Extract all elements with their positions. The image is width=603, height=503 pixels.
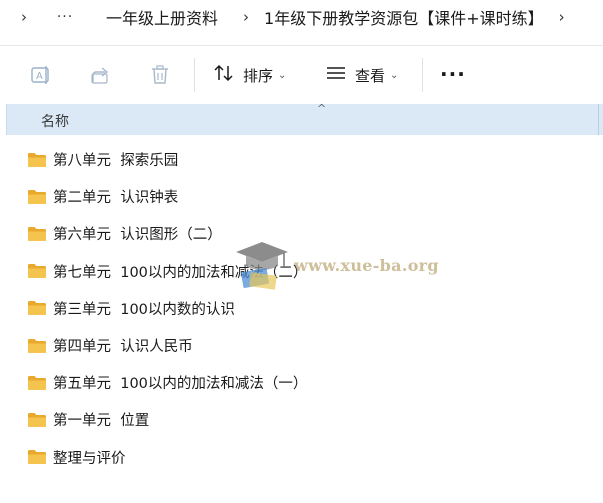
list-item[interactable]: 第七单元 100以内的加法和减法（二）	[0, 253, 603, 290]
sort-ascending-icon: ^	[317, 102, 327, 115]
chevron-down-icon: ⌄	[278, 69, 287, 81]
file-list: 第八单元 探索乐园 第二单元 认识钟表第六单元 认识图形（二） 第七单元 100以内…	[0, 141, 603, 476]
column-header-name[interactable]: 名称	[41, 111, 69, 131]
sort-button[interactable]: 排序 ⌄	[213, 60, 286, 90]
rename-icon[interactable]: A	[29, 63, 53, 87]
list-item-label: 第八单元 探索乐园	[53, 153, 179, 170]
folder-icon	[27, 412, 47, 428]
file-explorer-window: › ··· 一年级上册资料 › 1年级下册教学资源包【课件+课时练】 › A 排…	[0, 0, 603, 503]
sort-icon	[213, 63, 235, 87]
folder-icon	[27, 152, 47, 168]
list-item-label: 第四单元 认识人民币	[53, 339, 193, 356]
list-item[interactable]: 第一单元 位置	[0, 401, 603, 438]
view-label: 查看	[355, 66, 386, 85]
column-header: ^ 名称	[6, 102, 603, 135]
list-item-label: 第二单元 认识钟表	[53, 190, 179, 207]
chevron-right-icon[interactable]: ›	[236, 8, 256, 26]
list-item[interactable]: 第三单元 100以内数的认识	[0, 290, 603, 327]
list-item-label: 第三单元 100以内数的认识	[53, 301, 235, 318]
chevron-right-icon[interactable]: ›	[14, 8, 34, 26]
list-item[interactable]: 第五单元 100以内的加法和减法（一）	[0, 364, 603, 401]
list-item[interactable]: 第二单元 认识钟表	[0, 178, 603, 215]
folder-icon	[27, 226, 47, 242]
list-item-label: 整理与评价	[53, 450, 126, 467]
more-options-button[interactable]: ···	[440, 62, 466, 86]
list-item-label: 第六单元 认识图形（二）	[53, 227, 222, 244]
chevron-right-icon[interactable]: ›	[552, 8, 572, 26]
command-bar: A 排序 ⌄ 查看 ⌄ ···	[0, 46, 603, 104]
folder-icon	[27, 338, 47, 354]
breadcrumb-item-current[interactable]: 1年级下册教学资源包【课件+课时练】	[256, 5, 552, 29]
breadcrumb-item[interactable]: 一年级上册资料	[98, 5, 226, 29]
folder-icon	[27, 189, 47, 205]
view-button[interactable]: 查看 ⌄	[325, 60, 398, 90]
list-item[interactable]: 整理与评价	[0, 439, 603, 476]
folder-icon	[27, 300, 47, 316]
sort-label: 排序	[243, 66, 274, 85]
column-resize-handle[interactable]	[598, 104, 599, 135]
share-icon[interactable]	[89, 63, 113, 87]
folder-icon	[27, 263, 47, 279]
breadcrumb: › ··· 一年级上册资料 › 1年级下册教学资源包【课件+课时练】 ›	[0, 0, 603, 34]
folder-icon	[27, 375, 47, 391]
chevron-down-icon: ⌄	[390, 69, 399, 81]
breadcrumb-more-button[interactable]: ···	[54, 9, 76, 25]
list-item[interactable]: 第四单元 认识人民币	[0, 327, 603, 364]
list-item-label: 第五单元 100以内的加法和减法（一）	[53, 376, 308, 393]
delete-icon[interactable]	[148, 63, 172, 87]
list-item[interactable]: 第八单元 探索乐园	[0, 141, 603, 178]
toolbar-separator	[422, 58, 423, 92]
list-item-label: 第一单元 位置	[53, 413, 150, 430]
list-item[interactable]: 第六单元 认识图形（二）	[0, 215, 603, 252]
view-icon	[325, 64, 347, 86]
folder-icon	[27, 449, 47, 465]
list-item-label: 第七单元 100以内的加法和减法（二）	[53, 264, 308, 281]
svg-text:A: A	[36, 71, 43, 82]
toolbar-separator	[194, 58, 195, 92]
